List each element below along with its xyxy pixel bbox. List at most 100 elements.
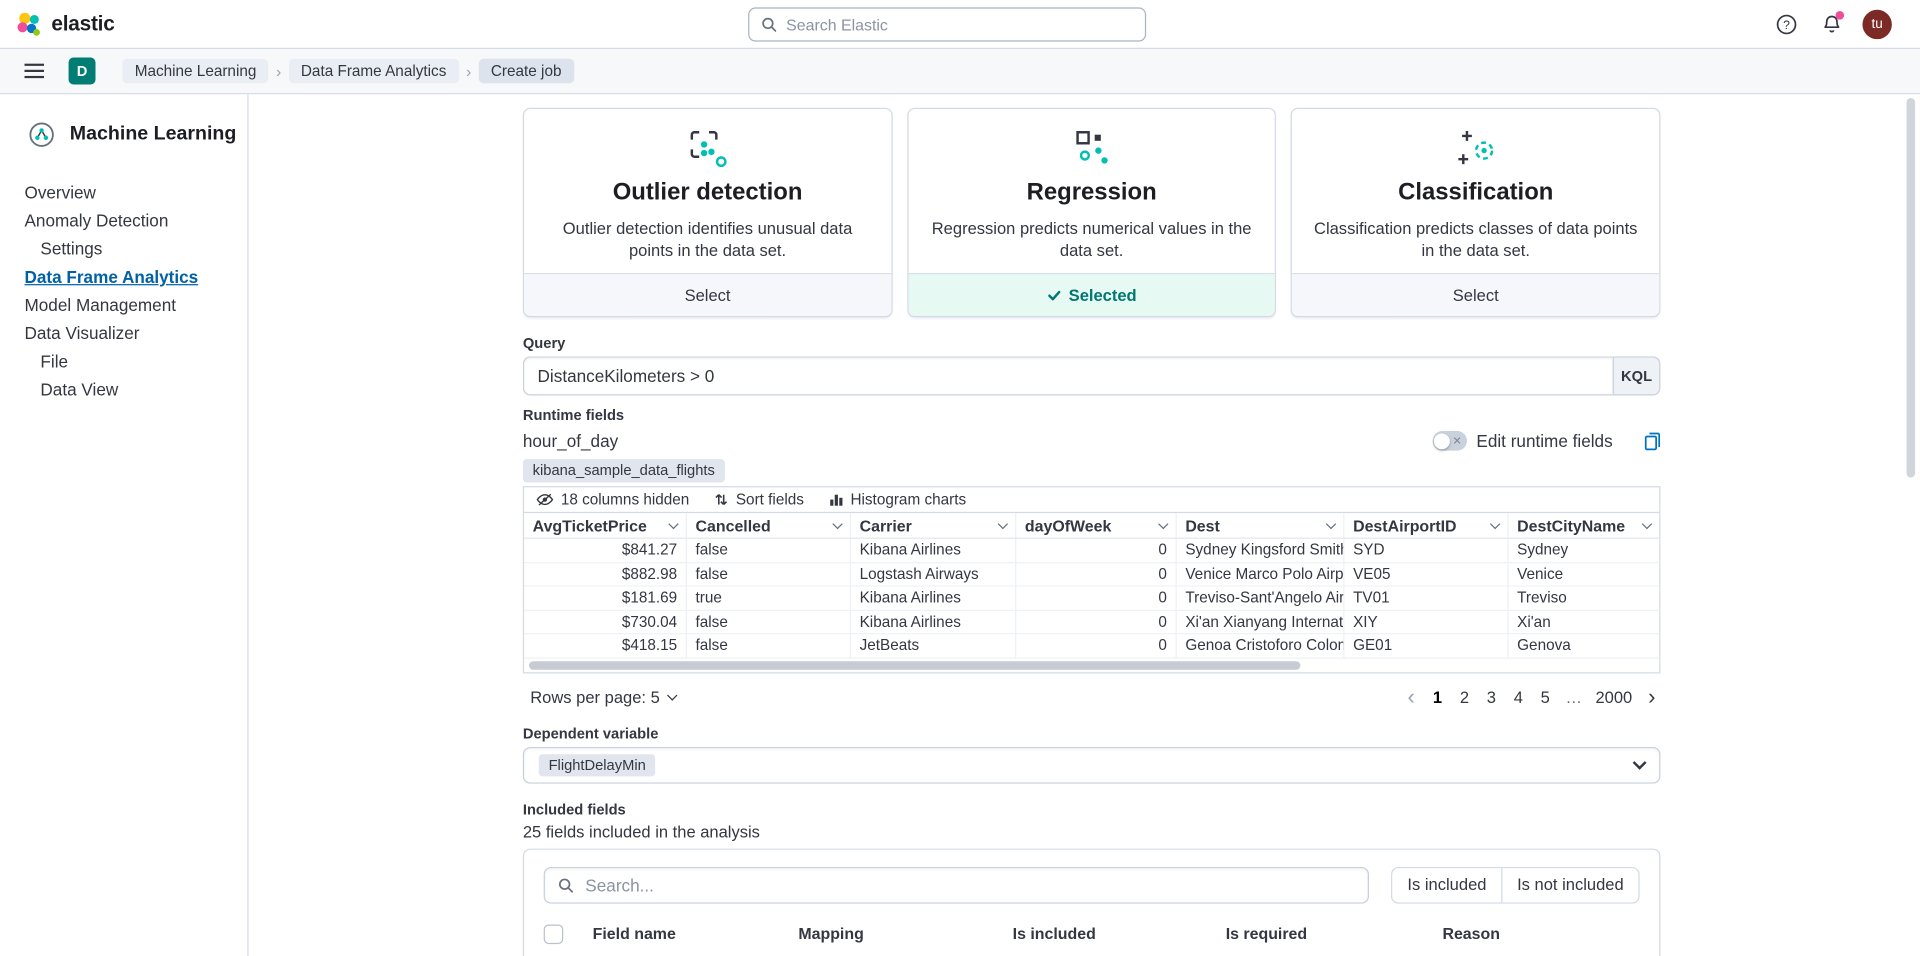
global-header: elastic ? tu [0, 0, 1920, 49]
switch-thumb [1434, 433, 1450, 449]
check-icon [1047, 288, 1062, 303]
sidebar-item-overview[interactable]: Overview [0, 184, 247, 202]
table-cell: Genova [1509, 634, 1660, 657]
vertical-scrollbar-thumb[interactable] [1907, 98, 1916, 478]
breadcrumb-data-frame-analytics[interactable]: Data Frame Analytics [289, 59, 459, 83]
notifications-bell-icon[interactable] [1817, 10, 1846, 39]
sort-chevron-icon [832, 518, 842, 528]
kql-language-button[interactable]: KQL [1613, 356, 1661, 395]
sort-chevron-icon [668, 518, 678, 528]
global-search[interactable] [748, 7, 1146, 41]
table-row[interactable]: $181.69 true Kibana Airlines 0 Treviso-S… [524, 587, 1659, 611]
fields-search[interactable] [544, 866, 1370, 903]
navigation-bar: D Machine Learning › Data Frame Analytic… [0, 49, 1920, 94]
machine-learning-icon [28, 121, 55, 148]
switch-off-icon: ✕ [1452, 432, 1461, 449]
sidebar-item-model-management[interactable]: Model Management [0, 296, 247, 314]
sort-chevron-icon [1158, 518, 1168, 528]
sidebar-item-file[interactable]: File [0, 353, 247, 371]
card-title: Outlier detection [613, 179, 803, 207]
edit-runtime-fields-toggle[interactable]: ✕ [1432, 431, 1466, 451]
sort-chevron-icon [1490, 518, 1500, 528]
page-button-5[interactable]: 5 [1536, 688, 1554, 706]
histogram-charts-button[interactable]: Histogram charts [828, 491, 966, 508]
table-cell: XIY [1345, 610, 1509, 633]
job-type-card-regression[interactable]: Regression Regression predicts numerical… [907, 108, 1276, 317]
page-button-2[interactable]: 2 [1455, 688, 1473, 706]
table-cell: Logstash Airways [851, 563, 1016, 586]
table-cell: false [687, 634, 851, 657]
fields-header-row: Field name Mapping Is included Is requir… [544, 924, 1640, 944]
sort-fields-label: Sort fields [736, 491, 804, 508]
elastic-logo-icon [15, 10, 42, 37]
pagination: ‹ 1 2 3 4 5 … 2000 › [1403, 688, 1661, 706]
column-header-destcityname[interactable]: DestCityName [1509, 513, 1660, 537]
eye-hidden-icon [536, 492, 553, 507]
rows-per-page-button[interactable]: Rows per page: 5 [530, 688, 675, 706]
table-row[interactable]: $882.98 false Logstash Airways 0 Venice … [524, 563, 1659, 587]
job-type-card-outlier-detection[interactable]: Outlier detection Outlier detection iden… [523, 108, 892, 317]
logo-text: elastic [51, 12, 114, 36]
column-header-carrier[interactable]: Carrier [851, 513, 1016, 537]
breadcrumb-machine-learning[interactable]: Machine Learning [122, 59, 268, 83]
page-button-last[interactable]: 2000 [1593, 688, 1635, 706]
help-icon[interactable]: ? [1772, 10, 1801, 39]
fields-column-field-name: Field name [593, 924, 799, 942]
horizontal-scrollbar-thumb[interactable] [529, 661, 1300, 670]
table-cell: Venice Marco Polo Airport [1177, 563, 1345, 586]
menu-icon[interactable] [20, 56, 49, 85]
card-action-label: Select [1453, 286, 1499, 304]
columns-hidden-label: 18 columns hidden [561, 491, 689, 508]
job-type-cards: Outlier detection Outlier detection iden… [523, 108, 1661, 317]
breadcrumb-create-job: Create job [479, 59, 574, 83]
job-type-card-classification[interactable]: Classification Classification predicts c… [1291, 108, 1660, 317]
table-cell: $418.15 [524, 634, 687, 657]
fields-search-input[interactable] [585, 875, 1356, 895]
page-button-4[interactable]: 4 [1509, 688, 1527, 706]
select-classification-button[interactable]: Select [1292, 273, 1659, 316]
table-cell: Kibana Airlines [851, 587, 1016, 610]
is-included-filter-button[interactable]: Is included [1393, 868, 1501, 902]
sort-chevron-icon [1326, 518, 1336, 528]
regression-icon [1071, 126, 1113, 170]
column-header-destairportid[interactable]: DestAirportID [1345, 513, 1509, 537]
column-header-avgticketprice[interactable]: AvgTicketPrice [524, 513, 687, 537]
select-outlier-detection-button[interactable]: Select [524, 273, 891, 316]
column-header-dest[interactable]: Dest [1177, 513, 1345, 537]
select-all-checkbox[interactable] [544, 924, 564, 944]
columns-hidden-button[interactable]: 18 columns hidden [536, 491, 689, 508]
sidebar-item-data-view[interactable]: Data View [0, 381, 247, 399]
user-avatar[interactable]: tu [1862, 10, 1891, 39]
table-row[interactable]: $730.04 false Kibana Airlines 0 Xi'an Xi… [524, 610, 1659, 634]
previous-page-icon[interactable]: ‹ [1403, 688, 1420, 705]
classification-icon [1455, 126, 1497, 170]
table-cell: 0 [1016, 563, 1176, 586]
table-cell: 0 [1016, 587, 1176, 610]
next-page-icon[interactable]: › [1643, 688, 1660, 705]
sidebar-item-data-visualizer[interactable]: Data Visualizer [0, 324, 247, 342]
column-header-cancelled[interactable]: Cancelled [687, 513, 851, 537]
is-not-included-filter-button[interactable]: Is not included [1501, 868, 1638, 902]
search-icon [557, 876, 574, 893]
sidebar-item-anomaly-detection[interactable]: Anomaly Detection [0, 212, 247, 230]
column-header-dayofweek[interactable]: dayOfWeek [1016, 513, 1176, 537]
dependent-variable-select[interactable]: FlightDelayMin [523, 746, 1661, 783]
regression-selected-button[interactable]: Selected [908, 273, 1275, 316]
horizontal-scrollbar-track [524, 658, 1659, 671]
copy-icon[interactable] [1645, 432, 1661, 450]
sidebar-item-data-frame-analytics[interactable]: Data Frame Analytics [0, 268, 247, 286]
table-cell: Kibana Airlines [851, 610, 1016, 633]
global-search-input[interactable] [786, 15, 1134, 33]
table-row[interactable]: $841.27 false Kibana Airlines 0 Sydney K… [524, 539, 1659, 563]
included-fields-summary: 25 fields included in the analysis [523, 821, 1661, 842]
table-row[interactable]: $418.15 false JetBeats 0 Genoa Cristofor… [524, 634, 1659, 658]
page-button-3[interactable]: 3 [1482, 688, 1500, 706]
page-button-1[interactable]: 1 [1428, 688, 1446, 706]
runtime-fields-label: Runtime fields [523, 407, 1661, 425]
elastic-logo[interactable]: elastic [15, 10, 115, 37]
rows-per-page-label: Rows per page: 5 [530, 688, 660, 706]
query-input[interactable] [523, 356, 1613, 395]
space-badge[interactable]: D [69, 58, 96, 85]
sort-fields-button[interactable]: Sort fields [714, 491, 804, 508]
sidebar-item-settings[interactable]: Settings [0, 240, 247, 258]
